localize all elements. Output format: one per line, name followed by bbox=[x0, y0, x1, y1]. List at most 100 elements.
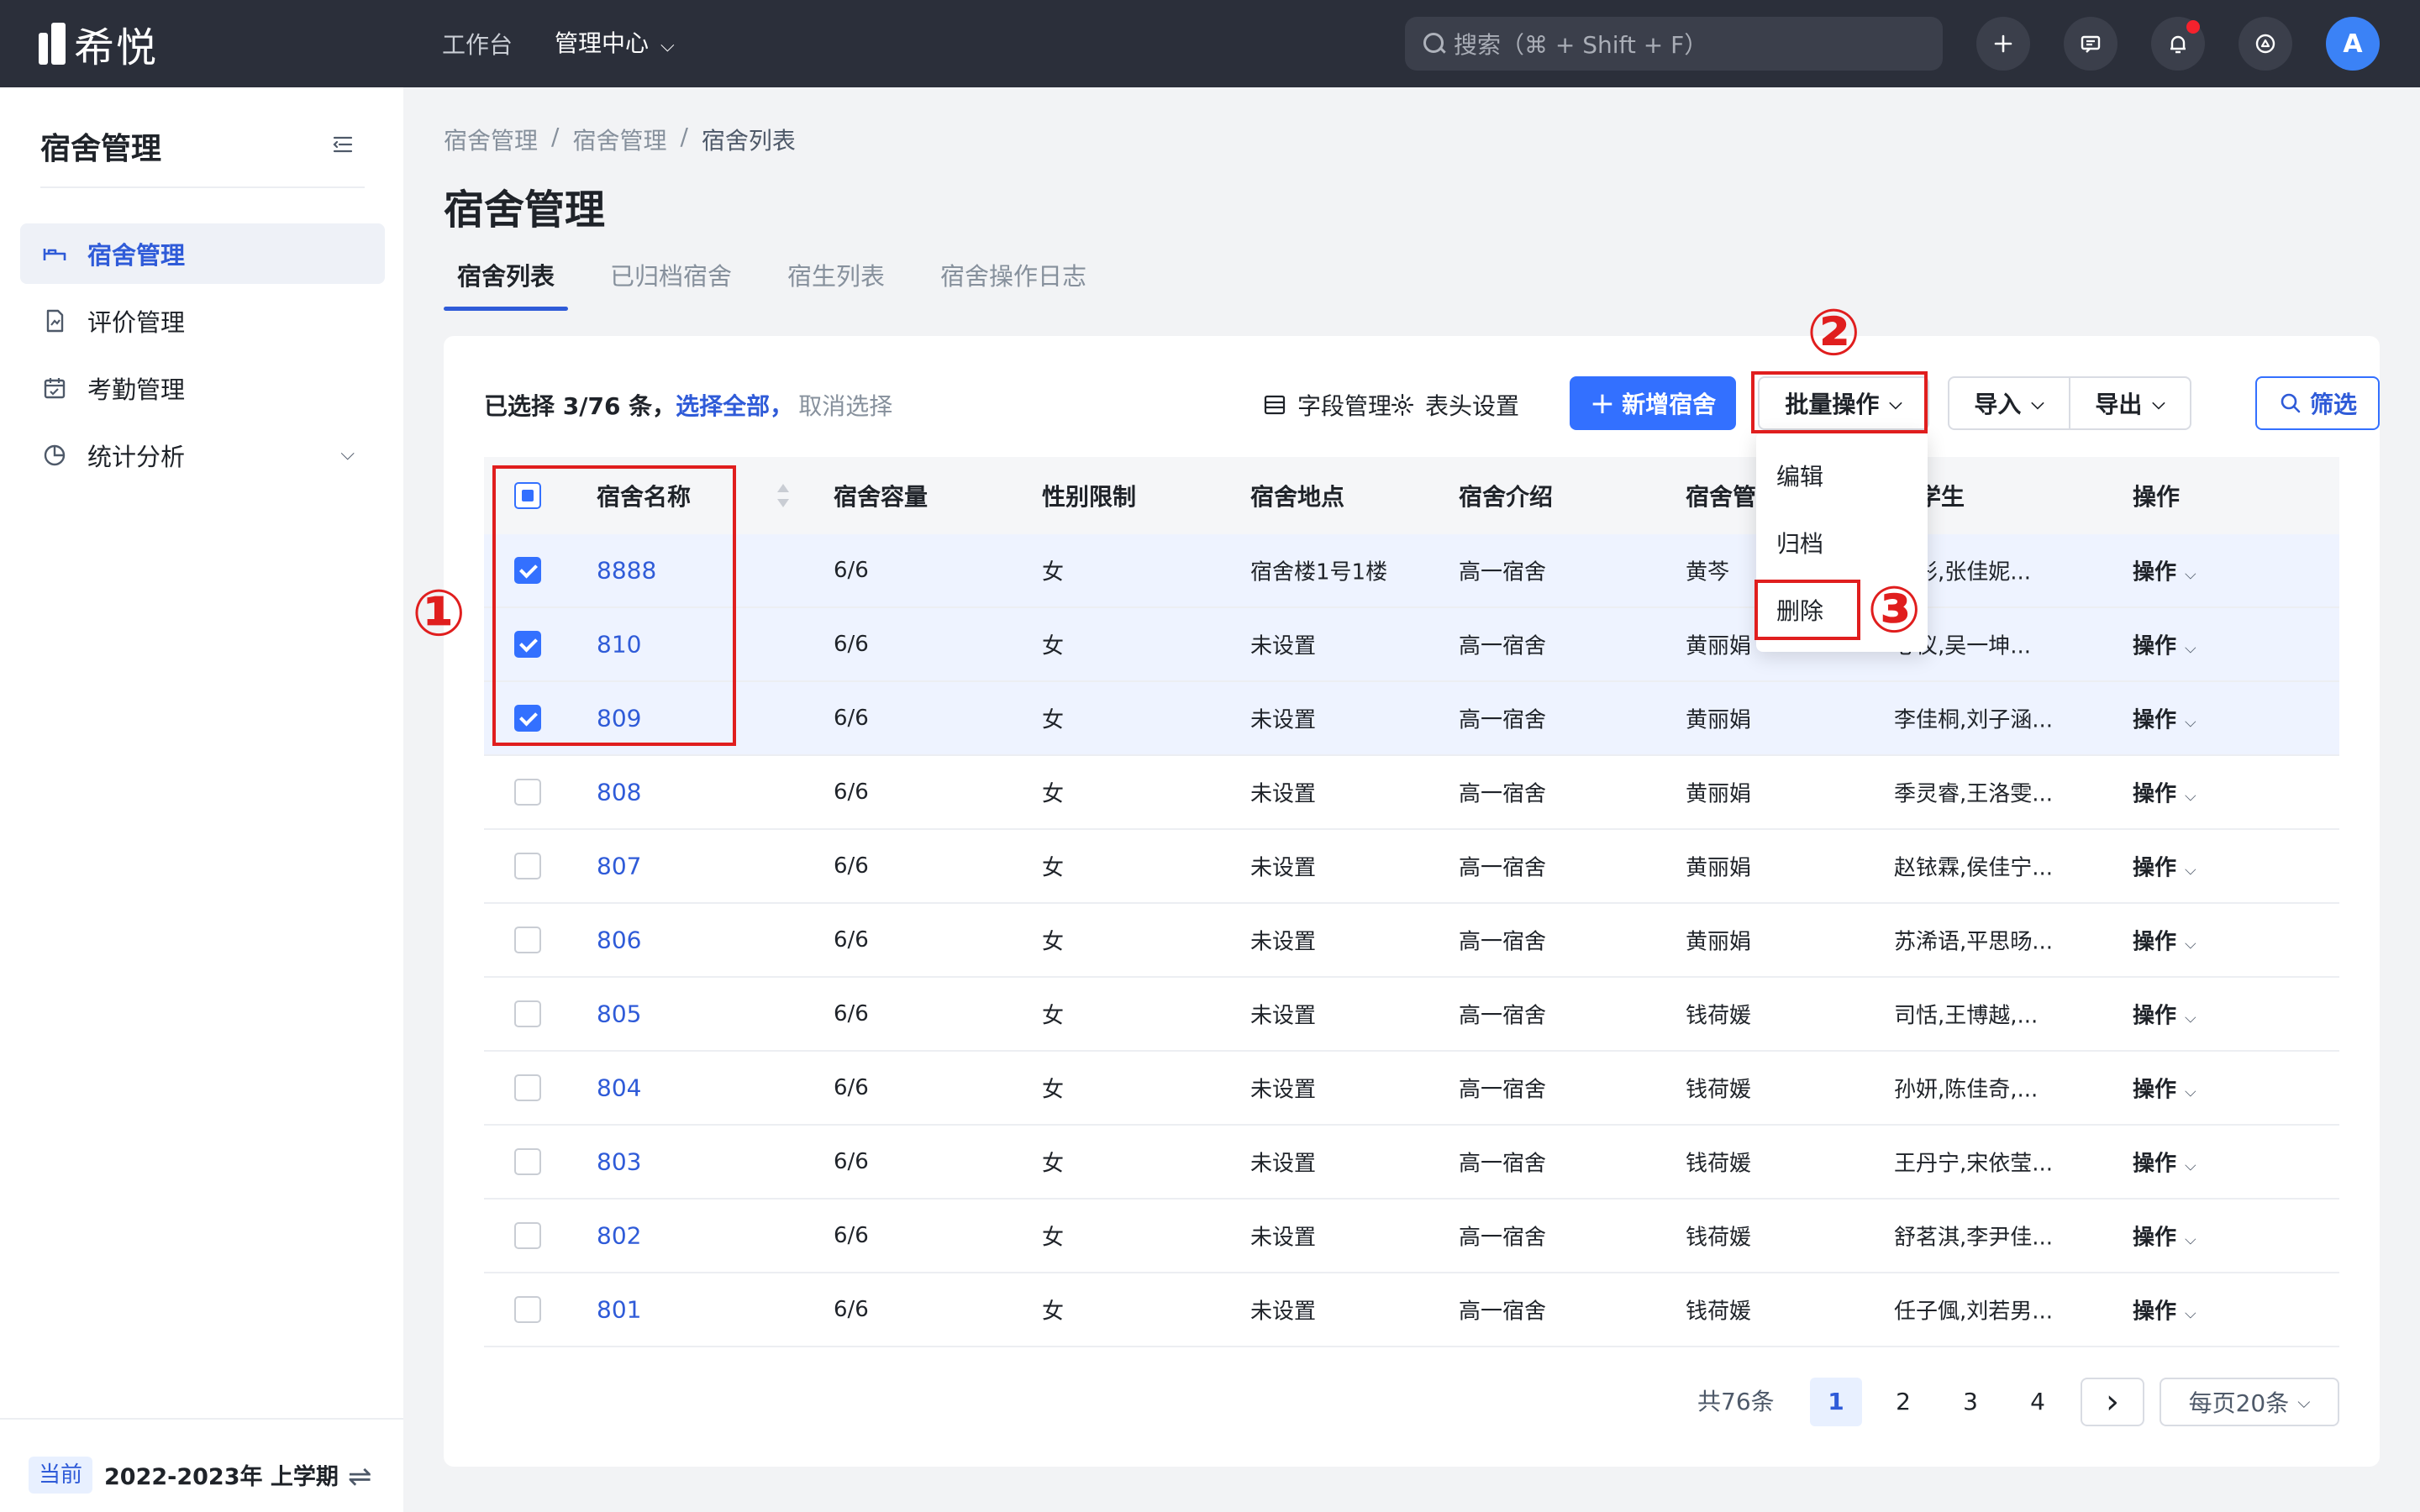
students-cell: 苏浠语,平思旸... bbox=[1894, 929, 2054, 955]
page-3[interactable]: 3 bbox=[1944, 1378, 1996, 1426]
plus-button[interactable] bbox=[1976, 17, 2030, 71]
menu-item-edit[interactable]: 编辑 bbox=[1756, 444, 1928, 511]
annotation-box-2 bbox=[1751, 371, 1928, 433]
global-search[interactable]: 搜索（⌘ + Shift + F） bbox=[1405, 17, 1943, 71]
dorm-name-link[interactable]: 805 bbox=[597, 1000, 641, 1028]
row-operation-dropdown[interactable]: 操作 ⌵ bbox=[2133, 629, 2196, 660]
table-row[interactable]: 806 6/6 女 未设置 高一宿舍 黄丽娟 苏浠语,平思旸... 操作 ⌵ bbox=[484, 904, 2339, 978]
sidebar-item-attendance[interactable]: 考勤管理 bbox=[20, 358, 385, 418]
filter-label: 筛选 bbox=[2309, 391, 2357, 418]
dorm-name-link[interactable]: 807 bbox=[597, 853, 641, 880]
row-checkbox[interactable] bbox=[514, 1148, 541, 1175]
table-row[interactable]: 810 6/6 女未设置 高一宿舍 黄丽娟 心仪,吴一坤... 操作 ⌵ bbox=[484, 608, 2339, 682]
table-row[interactable]: 801 6/6 女 未设置 高一宿舍 钱荷媛 任子偑,刘若男... 操作 ⌵ bbox=[484, 1273, 2339, 1347]
students-cell: 季灵睿,王洛雯... bbox=[1894, 781, 2054, 807]
dorm-name-link[interactable]: 804 bbox=[597, 1074, 641, 1102]
gender-cell: 女 bbox=[1042, 781, 1065, 807]
sidebar-item-label: 评价管理 bbox=[87, 308, 186, 337]
plus-icon bbox=[1994, 34, 2012, 53]
page-1[interactable]: 1 bbox=[1810, 1378, 1862, 1426]
manager-cell: 黄丽娟 bbox=[1686, 633, 1752, 659]
checkbox-box bbox=[514, 1296, 541, 1323]
table-row[interactable]: 805 6/6 女 未设置 高一宿舍 钱荷媛 司恬,王博越,... 操作 ⌵ bbox=[484, 978, 2339, 1052]
dorm-name-link[interactable]: 803 bbox=[597, 1148, 641, 1176]
tab-resident-list[interactable]: 宿生列表 bbox=[774, 252, 898, 311]
operation-label: 操作 bbox=[2133, 1299, 2177, 1325]
row-operation-dropdown[interactable]: 操作 ⌵ bbox=[2133, 777, 2196, 808]
row-checkbox[interactable] bbox=[514, 853, 541, 879]
row-operation-dropdown[interactable]: 操作 ⌵ bbox=[2133, 925, 2196, 956]
message-icon bbox=[2081, 35, 2101, 53]
table-row[interactable]: 808 6/6 女 未设置 高一宿舍 黄丽娟 季灵睿,王洛雯... 操作 ⌵ bbox=[484, 756, 2339, 830]
row-operation-dropdown[interactable]: 操作 ⌵ bbox=[2133, 1294, 2196, 1326]
location-cell: 未设置 bbox=[1250, 707, 1317, 733]
sidebar-item-evaluation[interactable]: 评价管理 bbox=[20, 291, 385, 351]
row-checkbox[interactable] bbox=[514, 1074, 541, 1101]
import-button[interactable]: 导入 ⌵ bbox=[1948, 376, 2070, 430]
row-operation-dropdown[interactable]: 操作 ⌵ bbox=[2133, 703, 2196, 734]
select-all-link[interactable]: 选择全部， bbox=[676, 392, 793, 420]
row-operation-dropdown[interactable]: 操作 ⌵ bbox=[2133, 851, 2196, 882]
intro-cell: 高一宿舍 bbox=[1459, 1151, 1547, 1177]
sidebar-divider bbox=[40, 186, 365, 188]
breadcrumb-item[interactable]: 宿舍管理 bbox=[572, 123, 666, 156]
row-operation-dropdown[interactable]: 操作 ⌵ bbox=[2133, 555, 2196, 586]
tab-operation-log[interactable]: 宿舍操作日志 bbox=[927, 252, 1100, 311]
row-checkbox[interactable] bbox=[514, 927, 541, 953]
page-2[interactable]: 2 bbox=[1877, 1378, 1929, 1426]
sidebar-item-dorm-management[interactable]: 宿舍管理 bbox=[20, 223, 385, 284]
search-icon bbox=[1422, 31, 1447, 56]
message-button[interactable] bbox=[2064, 17, 2118, 71]
table-row[interactable]: 803 6/6 女 未设置 高一宿舍 钱荷媛 王丹宁,宋依莹... 操作 ⌵ bbox=[484, 1126, 2339, 1200]
table-row[interactable]: 804 6/6 女 未设置 高一宿舍 钱荷媛 孙妍,陈佳奇,... 操作 ⌵ bbox=[484, 1052, 2339, 1126]
row-checkbox[interactable] bbox=[514, 1222, 541, 1249]
bed-icon bbox=[40, 239, 69, 268]
term-footer: 当前 2022-2023年 上学期 ⇌ bbox=[0, 1418, 403, 1512]
sidebar-item-statistics[interactable]: 统计分析 ⌵ bbox=[20, 425, 385, 486]
help-button[interactable] bbox=[2238, 17, 2292, 71]
row-operation-dropdown[interactable]: 操作 ⌵ bbox=[2133, 1221, 2196, 1252]
page-size-select[interactable]: 每页20条 ⌵ bbox=[2160, 1378, 2339, 1426]
checkbox-box bbox=[514, 1000, 541, 1027]
sort-icon[interactable] bbox=[775, 484, 792, 507]
switch-term-icon[interactable]: ⇌ bbox=[348, 1460, 372, 1494]
filter-button[interactable]: 筛选 bbox=[2255, 376, 2380, 430]
field-manage-button[interactable]: 字段管理 bbox=[1262, 388, 1392, 422]
row-checkbox[interactable] bbox=[514, 1000, 541, 1027]
user-avatar[interactable]: A bbox=[2326, 17, 2380, 71]
table-row[interactable]: 802 6/6 女 未设置 高一宿舍 钱荷媛 舒茗淇,李尹佳... 操作 ⌵ bbox=[484, 1200, 2339, 1273]
row-operation-dropdown[interactable]: 操作 ⌵ bbox=[2133, 1073, 2196, 1104]
notification-button[interactable] bbox=[2151, 17, 2205, 71]
collapse-sidebar-icon[interactable] bbox=[331, 134, 355, 155]
cancel-selection-link[interactable]: 取消选择 bbox=[798, 392, 892, 420]
breadcrumb-item[interactable]: 宿舍管理 bbox=[444, 123, 538, 156]
topnav-admin-center[interactable]: 管理中心 ⌵ bbox=[555, 25, 675, 65]
students-cell: 任子偑,刘若男... bbox=[1894, 1299, 2054, 1325]
row-operation-dropdown[interactable]: 操作 ⌵ bbox=[2133, 999, 2196, 1030]
next-page-button[interactable]: › bbox=[2081, 1378, 2144, 1426]
evaluation-icon bbox=[40, 307, 69, 335]
tab-dorm-list[interactable]: 宿舍列表 bbox=[444, 252, 569, 311]
operation-label: 操作 bbox=[2133, 633, 2177, 659]
dorm-name-link[interactable]: 801 bbox=[597, 1296, 641, 1324]
export-button[interactable]: 导出 ⌵ bbox=[2069, 376, 2191, 430]
header-settings-button[interactable]: 表头设置 bbox=[1390, 388, 1519, 422]
table-row[interactable]: 8888 6/6 女宿舍楼1号1楼 高一宿舍 黄芩 思彤,张佳妮... 操作 ⌵ bbox=[484, 534, 2339, 608]
row-checkbox[interactable] bbox=[514, 1296, 541, 1323]
topnav-workbench[interactable]: 工作台 bbox=[442, 27, 513, 64]
gender-cell: 女 bbox=[1042, 1077, 1065, 1103]
page-4[interactable]: 4 bbox=[2012, 1378, 2064, 1426]
checkbox-box bbox=[514, 1148, 541, 1175]
dorm-name-link[interactable]: 802 bbox=[597, 1222, 641, 1250]
menu-item-archive[interactable]: 归档 bbox=[1756, 511, 1928, 578]
table-row[interactable]: 809 6/6 女未设置 高一宿舍 黄丽娟 李佳桐,刘子涵... 操作 ⌵ bbox=[484, 682, 2339, 756]
row-checkbox[interactable] bbox=[514, 779, 541, 806]
app-logo[interactable]: 希悦 bbox=[39, 22, 158, 71]
tab-archived-dorms[interactable]: 已归档宿舍 bbox=[597, 252, 745, 311]
dorm-name-link[interactable]: 806 bbox=[597, 927, 641, 954]
top-nav: 工作台 管理中心 ⌵ bbox=[442, 25, 717, 65]
add-dorm-button[interactable]: + 新增宿舍 bbox=[1570, 376, 1736, 430]
dorm-name-link[interactable]: 808 bbox=[597, 779, 641, 806]
table-row[interactable]: 807 6/6 女 未设置 高一宿舍 黄丽娟 赵铱霖,侯佳宁... 操作 ⌵ bbox=[484, 830, 2339, 904]
row-operation-dropdown[interactable]: 操作 ⌵ bbox=[2133, 1147, 2196, 1178]
